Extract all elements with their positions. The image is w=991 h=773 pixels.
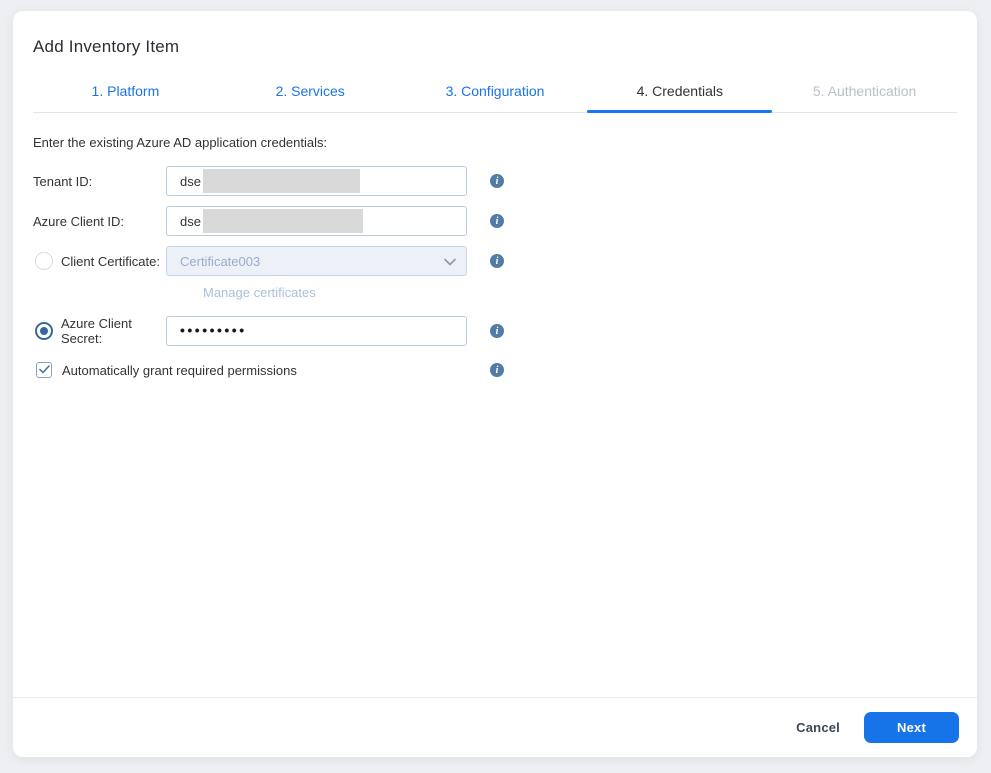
manage-certificates-row: Manage certificates (33, 284, 957, 302)
azure-client-id-value: dse (180, 214, 201, 229)
dialog-title: Add Inventory Item (33, 37, 957, 57)
tenant-id-value: dse (180, 174, 201, 189)
cancel-button[interactable]: Cancel (796, 720, 840, 735)
client-certificate-label: Client Certificate: (61, 254, 166, 269)
masked-secret-value: ••••••••• (180, 323, 247, 337)
info-icon[interactable]: i (490, 324, 504, 338)
grant-permissions-label: Automatically grant required permissions (62, 363, 481, 378)
info-icon[interactable]: i (490, 254, 504, 268)
tab-configuration[interactable]: 3. Configuration (403, 75, 588, 112)
client-certificate-row: Client Certificate: Certificate003 i (33, 246, 957, 276)
tab-credentials-active[interactable]: 4. Credentials (587, 75, 772, 112)
azure-client-id-input[interactable]: dse (166, 206, 467, 236)
redacted-value (203, 209, 363, 233)
checkmark-icon (39, 361, 50, 379)
tab-platform[interactable]: 1. Platform (33, 75, 218, 112)
azure-client-secret-label: Azure Client Secret: (61, 316, 166, 346)
manage-certificates-link: Manage certificates (203, 285, 316, 300)
redacted-value (203, 169, 360, 193)
dialog-footer: Cancel Next (13, 697, 977, 757)
wizard-step-tabs: 1. Platform 2. Services 3. Configuration… (33, 75, 957, 113)
tenant-id-input[interactable]: dse (166, 166, 467, 196)
dialog-header: Add Inventory Item (13, 11, 977, 57)
tenant-id-label: Tenant ID: (33, 174, 166, 189)
grant-permissions-checkbox[interactable] (36, 362, 52, 378)
certificate-select-value: Certificate003 (180, 254, 444, 269)
certificate-select: Certificate003 (166, 246, 467, 276)
chevron-down-icon (444, 254, 456, 269)
grant-permissions-row: Automatically grant required permissions… (33, 362, 957, 378)
client-certificate-radio[interactable] (35, 252, 53, 270)
azure-client-secret-input[interactable]: ••••••••• (166, 316, 467, 346)
azure-client-id-row: Azure Client ID: dse i (33, 206, 957, 236)
add-inventory-item-dialog: Add Inventory Item 1. Platform 2. Servic… (13, 11, 977, 757)
info-icon[interactable]: i (490, 174, 504, 188)
tab-services[interactable]: 2. Services (218, 75, 403, 112)
info-icon[interactable]: i (490, 363, 504, 377)
form-intro-text: Enter the existing Azure AD application … (33, 135, 957, 150)
azure-client-secret-row: Azure Client Secret: ••••••••• i (33, 316, 957, 346)
info-icon[interactable]: i (490, 214, 504, 228)
credentials-form: Enter the existing Azure AD application … (13, 113, 977, 378)
azure-client-id-label: Azure Client ID: (33, 214, 166, 229)
tenant-id-row: Tenant ID: dse i (33, 166, 957, 196)
azure-client-secret-radio[interactable] (35, 322, 53, 340)
next-button[interactable]: Next (864, 712, 959, 743)
tab-authentication-disabled: 5. Authentication (772, 75, 957, 112)
